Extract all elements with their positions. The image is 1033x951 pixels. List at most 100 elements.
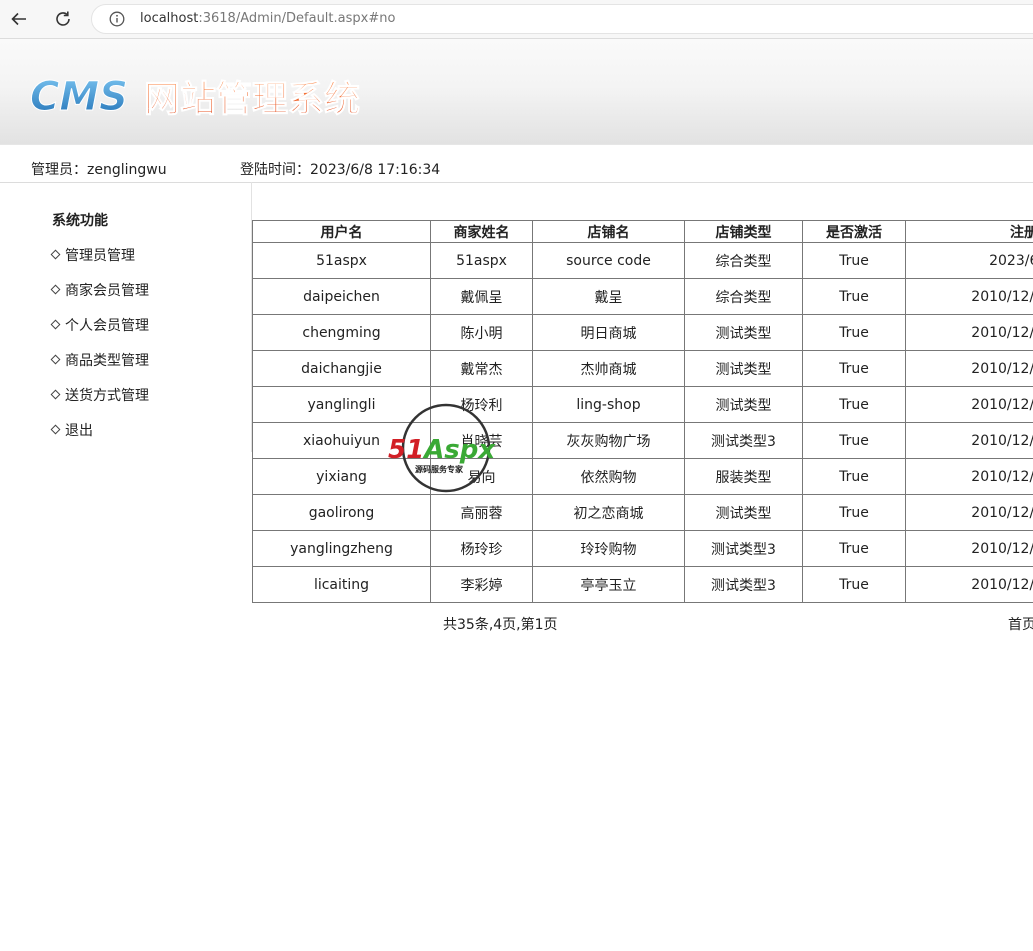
- watermark-tagline: 源码服务专家: [415, 464, 464, 474]
- cell-shop-name: 初之恋商城: [532, 494, 685, 531]
- cell-shop-name: 明日商城: [532, 314, 685, 351]
- sidebar-item-delivery-methods[interactable]: 送货方式管理: [50, 385, 149, 405]
- sidebar-item-logout[interactable]: 退出: [50, 420, 93, 440]
- table-row: 51aspx51aspxsource code综合类型True2023/6/8: [252, 242, 1033, 279]
- column-header-register-date: 注册日: [905, 220, 1033, 243]
- cell-register-date: 2010/12/30: [905, 422, 1033, 459]
- table-row: yanglingzheng杨玲珍玲玲购物测试类型3True2010/12/30: [252, 530, 1033, 567]
- sidebar-item-label: 个人会员管理: [65, 318, 149, 334]
- column-header-username: 用户名: [252, 220, 431, 243]
- cell-shop-type: 测试类型3: [684, 530, 803, 567]
- merchant-table: 用户名 商家姓名 店铺名 店铺类型 是否激活 注册日 51aspx51aspxs…: [252, 220, 1033, 603]
- sidebar-item-merchant-members[interactable]: 商家会员管理: [50, 280, 149, 300]
- url-text: localhost:3618/Admin/Default.aspx#no: [140, 11, 395, 26]
- cell-shop-type: 服装类型: [684, 458, 803, 495]
- cell-shop-name: source code: [532, 242, 685, 279]
- cell-register-date: 2010/12/30: [905, 386, 1033, 423]
- cell-register-date: 2010/12/30: [905, 566, 1033, 603]
- cell-activated: True: [802, 314, 906, 351]
- logo-cms-text: CMS: [30, 74, 128, 120]
- cell-merchant-name: 戴常杰: [430, 350, 533, 387]
- cell-merchant-name: 杨玲珍: [430, 530, 533, 567]
- cell-shop-type: 测试类型: [684, 494, 803, 531]
- sidebar: 系统功能 管理员管理 商家会员管理 个人会员管理 商品类型管理 送货方式管理 退…: [0, 182, 252, 452]
- table-header-row: 用户名 商家姓名 店铺名 店铺类型 是否激活 注册日: [252, 220, 1033, 243]
- cell-register-date: 2010/12/30: [905, 350, 1033, 387]
- cell-username: chengming: [252, 314, 431, 351]
- cell-shop-name: 杰帅商城: [532, 350, 685, 387]
- table-row: xiaohuiyun肖晓芸灰灰购物广场测试类型3True2010/12/30: [252, 422, 1033, 459]
- cell-shop-name: 戴呈: [532, 278, 685, 315]
- pager-summary: 共35条,4页,第1页: [443, 617, 558, 633]
- table-body: 51aspx51aspxsource code综合类型True2023/6/8d…: [252, 242, 1033, 603]
- cell-activated: True: [802, 494, 906, 531]
- site-logo: CMS 网站管理系统: [30, 72, 390, 126]
- sidebar-item-admin-management[interactable]: 管理员管理: [50, 245, 135, 265]
- cell-register-date: 2010/12/30: [905, 494, 1033, 531]
- table-row: gaolirong高丽蓉初之恋商城测试类型True2010/12/30: [252, 494, 1033, 531]
- diamond-bullet-icon: [50, 249, 61, 259]
- site-info-icon[interactable]: [109, 11, 125, 27]
- cell-shop-type: 测试类型: [684, 350, 803, 387]
- cell-register-date: 2023/6/8: [905, 242, 1033, 279]
- cell-activated: True: [802, 566, 906, 603]
- diamond-bullet-icon: [50, 354, 61, 364]
- cell-username: licaiting: [252, 566, 431, 603]
- pager-first-link[interactable]: 首页: [1008, 614, 1033, 634]
- column-header-merchant-name: 商家姓名: [430, 220, 533, 243]
- cell-shop-name: 依然购物: [532, 458, 685, 495]
- table-row: chengming陈小明明日商城测试类型True2010/12/30: [252, 314, 1033, 351]
- cell-merchant-name: 陈小明: [430, 314, 533, 351]
- cell-register-date: 2010/12/30: [905, 530, 1033, 567]
- sidebar-item-product-types[interactable]: 商品类型管理: [50, 350, 149, 370]
- cell-shop-name: ling-shop: [532, 386, 685, 423]
- cell-shop-type: 综合类型: [684, 278, 803, 315]
- sidebar-item-personal-members[interactable]: 个人会员管理: [50, 315, 149, 335]
- reload-icon[interactable]: [52, 8, 74, 30]
- cell-activated: True: [802, 242, 906, 279]
- admin-name: 管理员：zenglingwu: [31, 162, 167, 178]
- cell-merchant-name: 戴佩呈: [430, 278, 533, 315]
- cell-activated: True: [802, 386, 906, 423]
- cell-username: daipeichen: [252, 278, 431, 315]
- cell-shop-type: 测试类型3: [684, 422, 803, 459]
- cell-shop-name: 玲玲购物: [532, 530, 685, 567]
- cell-shop-type: 测试类型: [684, 386, 803, 423]
- watermark-logo: 51Aspx 源码服务专家: [386, 402, 516, 494]
- cell-shop-name: 亭亭玉立: [532, 566, 685, 603]
- table-row: daipeichen戴佩呈戴呈综合类型True2010/12/30: [252, 278, 1033, 315]
- sidebar-item-label: 商品类型管理: [65, 353, 149, 369]
- cell-register-date: 2010/12/30: [905, 314, 1033, 351]
- table-row: daichangjie戴常杰杰帅商城测试类型True2010/12/30: [252, 350, 1033, 387]
- cell-activated: True: [802, 350, 906, 387]
- url-path: :3618/Admin/Default.aspx#no: [198, 11, 396, 26]
- address-bar[interactable]: localhost:3618/Admin/Default.aspx#no: [91, 4, 1033, 34]
- watermark-brand: 51Aspx: [388, 435, 496, 465]
- diamond-bullet-icon: [50, 389, 61, 399]
- login-time: 登陆时间：2023/6/8 17:16:34: [240, 162, 441, 178]
- back-icon[interactable]: [8, 8, 30, 30]
- cell-merchant-name: 李彩婷: [430, 566, 533, 603]
- cell-username: yanglingzheng: [252, 530, 431, 567]
- cell-shop-name: 灰灰购物广场: [532, 422, 685, 459]
- cell-activated: True: [802, 530, 906, 567]
- cell-register-date: 2010/12/30: [905, 278, 1033, 315]
- logo-title-text: 网站管理系统: [144, 79, 360, 120]
- table-row: yixiang易向依然购物服装类型True2010/12/30: [252, 458, 1033, 495]
- sidebar-item-label: 送货方式管理: [65, 388, 149, 404]
- diamond-bullet-icon: [50, 319, 61, 329]
- url-host: localhost: [140, 11, 199, 26]
- column-header-shop-type: 店铺类型: [684, 220, 803, 243]
- table-row: licaiting李彩婷亭亭玉立测试类型3True2010/12/30: [252, 566, 1033, 603]
- column-header-shop-name: 店铺名: [532, 220, 685, 243]
- sidebar-item-label: 退出: [65, 423, 93, 439]
- cell-merchant-name: 高丽蓉: [430, 494, 533, 531]
- browser-toolbar: localhost:3618/Admin/Default.aspx#no: [0, 0, 1033, 39]
- info-bar: 管理员：zenglingwu 登陆时间：2023/6/8 17:16:34: [0, 144, 1033, 183]
- cell-activated: True: [802, 458, 906, 495]
- cell-register-date: 2010/12/30: [905, 458, 1033, 495]
- cell-username: gaolirong: [252, 494, 431, 531]
- cell-username: 51aspx: [252, 242, 431, 279]
- sidebar-item-label: 商家会员管理: [65, 283, 149, 299]
- cell-username: daichangjie: [252, 350, 431, 387]
